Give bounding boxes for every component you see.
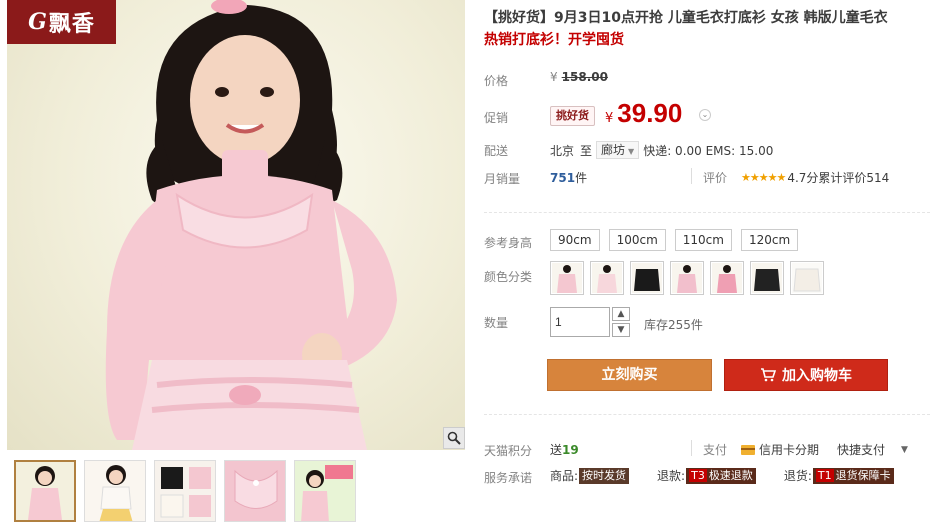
credit-card-icon — [741, 444, 756, 455]
promo-tag: 挑好货 — [550, 106, 595, 126]
promo-label: 促销 — [484, 111, 509, 125]
shipping-label: 配送 — [484, 144, 509, 158]
service-badge: 退货保障卡 — [835, 468, 891, 482]
original-price-value: 158.00 — [561, 70, 608, 84]
size-option-90[interactable]: 90cm — [550, 229, 600, 251]
caret-down-icon: ▼ — [628, 147, 635, 156]
service-prefix: 退货: — [783, 469, 812, 483]
review-label: 评价 — [703, 171, 728, 185]
shipping-fees: 快递: 0.00 EMS: 15.00 — [643, 143, 774, 158]
pay-label: 支付 — [703, 443, 728, 457]
promo-price-value: 39.90 — [617, 98, 683, 128]
service-code: T3 — [689, 468, 707, 482]
currency-symbol: ¥ — [605, 111, 614, 126]
swatch-white[interactable] — [790, 261, 824, 295]
product-subtitle: 热销打底衫！开学囤货 — [484, 32, 624, 48]
destination-value: 廊坊 — [601, 143, 626, 157]
currency-symbol: ¥ — [550, 70, 558, 84]
chevron-down-icon[interactable]: ⌄ — [699, 109, 711, 121]
brand-logo: G 飘香 — [7, 0, 116, 44]
swatch-black-2[interactable] — [750, 261, 784, 295]
logo-brand: 飘香 — [48, 11, 95, 37]
service-prefix: 商品: — [550, 469, 579, 483]
section-divider — [484, 414, 930, 415]
monthly-sales: 751件 — [550, 169, 587, 186]
service-refund[interactable]: 退款: T3 极速退款 — [657, 467, 756, 484]
color-options — [550, 261, 824, 295]
size-option-120[interactable]: 120cm — [740, 229, 799, 251]
monthly-sales-label: 月销量 — [484, 172, 521, 186]
points-label: 天猫积分 — [484, 444, 533, 458]
rating-stars-icon: ★★★★★ — [741, 171, 786, 184]
add-to-cart-button[interactable]: 加入购物车 — [724, 359, 888, 391]
caret-down-icon[interactable]: ▼ — [901, 445, 908, 455]
swatch-light-pink[interactable] — [590, 261, 624, 295]
quantity-input[interactable] — [550, 307, 610, 337]
swatch-pink[interactable] — [550, 261, 584, 295]
price-label: 价格 — [484, 74, 509, 88]
buy-now-button[interactable]: 立刻购买 — [547, 359, 712, 391]
size-option-100[interactable]: 100cm — [608, 229, 666, 251]
thumb-detail-collar[interactable] — [224, 460, 286, 522]
magnifier-icon[interactable] — [443, 427, 465, 449]
section-divider — [484, 212, 930, 213]
swatch-rose[interactable] — [710, 261, 744, 295]
swatch-black[interactable] — [630, 261, 664, 295]
service-badge: 极速退款 — [708, 468, 753, 482]
thumb-pink-front[interactable] — [14, 460, 76, 522]
credit-installment-link[interactable]: 信用卡分期 — [759, 441, 819, 458]
quantity-label: 数量 — [484, 316, 509, 330]
quick-pay-link[interactable]: 快捷支付 — [837, 441, 885, 458]
ship-to-word: 至 — [580, 143, 593, 158]
original-price: ¥158.00 — [550, 70, 608, 84]
shipping-info: 北京 至 廊坊 ▼ 快递: 0.00 EMS: 15.00 — [550, 141, 773, 159]
service-code: T1 — [815, 468, 834, 482]
promo-price: ¥39.90 — [605, 98, 682, 129]
main-product-image[interactable]: G 飘香 — [7, 0, 465, 450]
service-label: 服务承诺 — [484, 471, 533, 485]
thumbnail-strip — [14, 460, 356, 522]
cart-icon — [761, 368, 776, 382]
service-shipping[interactable]: 商品: 按时发货 — [550, 467, 630, 484]
points-prefix: 送 — [550, 443, 563, 457]
quantity-increase-button[interactable]: ▲ — [612, 307, 630, 321]
color-label: 颜色分类 — [484, 270, 533, 284]
payment-options: 支付 信用卡分期 快捷支付 ▼ — [703, 441, 908, 458]
divider — [691, 168, 692, 184]
points-value: 19 — [562, 443, 579, 457]
product-title: 【挑好货】9月3日10点开抢 儿童毛衣打底衫 女孩 韩版儿童毛衣 — [484, 10, 888, 26]
thumb-colors-layout[interactable] — [154, 460, 216, 522]
sales-count: 751 — [550, 171, 576, 185]
rating-text: 4.7分累计评价514 — [787, 171, 890, 185]
service-promises: 商品: 按时发货 退款: T3 极速退款 退货: T1 退货保障卡 — [550, 467, 922, 484]
ship-from: 北京 — [550, 143, 575, 158]
service-return[interactable]: 退货: T1 退货保障卡 — [784, 467, 894, 484]
destination-select[interactable]: 廊坊 ▼ — [596, 141, 640, 159]
thumb-poster[interactable] — [294, 460, 356, 522]
stock-count: 库存255件 — [644, 318, 703, 332]
thumb-white-front[interactable] — [84, 460, 146, 522]
logo-mark: G — [28, 9, 47, 35]
size-option-110[interactable]: 110cm — [674, 229, 732, 251]
size-options: 90cm 100cm 110cm 120cm — [550, 229, 799, 251]
service-badge: 按时发货 — [579, 467, 630, 484]
review-summary[interactable]: 评价 ★★★★★ 4.7分累计评价514 — [703, 169, 889, 186]
size-label: 参考身高 — [484, 236, 533, 250]
service-prefix: 退款: — [657, 469, 686, 483]
sales-unit: 件 — [575, 171, 588, 185]
swatch-pink-2[interactable] — [670, 261, 704, 295]
points-info: 送19 — [550, 441, 579, 458]
divider — [691, 440, 692, 456]
add-to-cart-label: 加入购物车 — [782, 368, 852, 384]
product-photo — [105, 0, 397, 450]
quantity-decrease-button[interactable]: ▼ — [612, 323, 630, 337]
